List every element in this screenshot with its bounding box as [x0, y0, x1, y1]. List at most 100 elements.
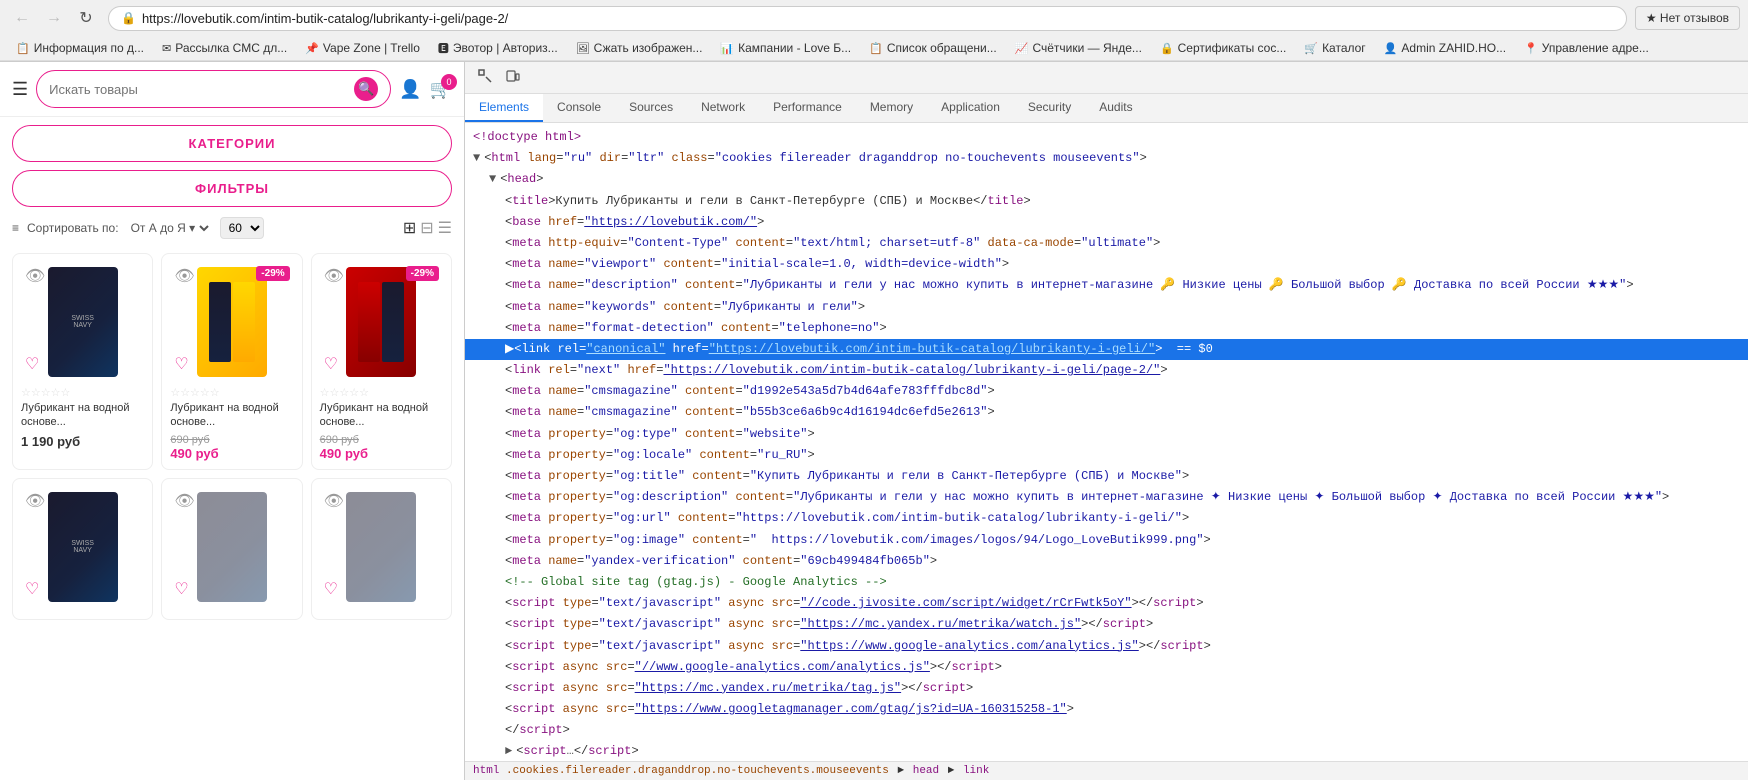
html-line-og-image[interactable]: <meta property="og:image" content=" http… [465, 530, 1748, 551]
html-line-base[interactable]: <base href="https://lovebutik.com/" > [465, 212, 1748, 233]
html-line-og-type[interactable]: <meta property="og:type" content="websit… [465, 424, 1748, 445]
html-line-canonical[interactable]: ▶ <link rel="canonical" href="https://lo… [465, 339, 1748, 360]
html-line-yandex[interactable]: <meta name="yandex-verification" content… [465, 551, 1748, 572]
expand-arrow[interactable]: ▼ [473, 149, 480, 168]
tab-network[interactable]: Network [687, 94, 759, 122]
search-input[interactable] [49, 82, 354, 97]
tab-performance[interactable]: Performance [759, 94, 856, 122]
categories-button[interactable]: КАТЕГОРИИ [12, 125, 452, 162]
product-name: Лубрикант на водной основе... [170, 401, 293, 430]
url-input[interactable] [142, 11, 1614, 26]
inspect-element-button[interactable] [473, 66, 497, 89]
bookmark-addresses[interactable]: 📍 Управление адре... [1516, 39, 1657, 57]
tab-audits[interactable]: Audits [1085, 94, 1146, 122]
tab-console[interactable]: Console [543, 94, 615, 122]
html-line-meta-cms2[interactable]: <meta name="cmsmagazine" content="b55b3c… [465, 402, 1748, 423]
tab-memory[interactable]: Memory [856, 94, 927, 122]
html-line-html[interactable]: ▼ <html lang="ru" dir="ltr" class="cooki… [465, 148, 1748, 169]
html-line-title[interactable]: <title> Купить Лубриканты и гели в Санкт… [465, 191, 1748, 212]
product-eye-button[interactable]: 👁 [324, 491, 344, 511]
html-line-script-jivosite[interactable]: <script type="text/javascript" async src… [465, 593, 1748, 614]
expand-arrow[interactable]: ► [505, 742, 512, 761]
bookmark-info[interactable]: 📋 Информация по д... [8, 39, 152, 57]
bookmark-catalog-label: Каталог [1322, 41, 1366, 55]
product-price-container: 690 руб 490 руб [320, 434, 443, 461]
html-line-og-url[interactable]: <meta property="og:url" content="https:/… [465, 508, 1748, 529]
html-line-meta-fd[interactable]: <meta name="format-detection" content="t… [465, 318, 1748, 339]
bookmark-sms[interactable]: ✉ Рассылка СМС дл... [154, 39, 295, 57]
product-favorite-button[interactable]: ♡ [324, 579, 338, 599]
html-line-script-end[interactable]: </script> [465, 720, 1748, 741]
grid-view-button[interactable]: ⊞ [403, 218, 416, 238]
bookmark-evotor[interactable]: 🅴 Эвотор | Авториз... [430, 38, 566, 58]
tab-application[interactable]: Application [927, 94, 1014, 122]
bookmark-certs[interactable]: 🔒 Сертификаты сос... [1152, 39, 1294, 57]
devtools-content[interactable]: <!doctype html> ▼ <html lang="ru" dir="l… [465, 123, 1748, 761]
html-line-meta-desc[interactable]: <meta name="description" content="Лубрик… [465, 275, 1748, 296]
product-card[interactable]: 👁 SWISSNAVY ♡ [12, 478, 153, 620]
reload-button[interactable]: ↻ [72, 4, 100, 32]
html-line-script-gtm[interactable]: <script async src="https://www.googletag… [465, 699, 1748, 720]
tab-sources[interactable]: Sources [615, 94, 687, 122]
bookmark-certs-label: Сертификаты сос... [1178, 41, 1287, 55]
list-view-button[interactable]: ☰ [438, 218, 452, 238]
html-line-head[interactable]: ▼ <head> [465, 169, 1748, 190]
product-card[interactable]: 👁 -29% ♡ ☆☆☆☆☆ Лубрикант на водной основ… [161, 253, 302, 470]
back-button[interactable]: ← [8, 4, 36, 32]
html-line-script-ga[interactable]: <script type="text/javascript" async src… [465, 636, 1748, 657]
product-image-container: 👁 ♡ [170, 487, 293, 607]
feedback-button[interactable]: ★ Нет отзывов [1635, 6, 1740, 30]
product-badge: -29% [256, 266, 289, 281]
count-select[interactable]: 60 [220, 217, 264, 239]
html-line-doctype[interactable]: <!doctype html> [465, 127, 1748, 148]
product-eye-button[interactable]: 👁 [324, 266, 344, 286]
product-eye-button[interactable]: 👁 [174, 266, 194, 286]
bookmark-catalog[interactable]: 🛒 Каталог [1296, 39, 1373, 57]
cart-button[interactable]: 🛒 0 [430, 79, 452, 100]
html-line-script-ga2[interactable]: <script async src="//www.google-analytic… [465, 657, 1748, 678]
product-card[interactable]: 👁 -29% ♡ ☆☆☆☆☆ Лубрикант на водной основ… [311, 253, 452, 470]
search-button[interactable]: 🔍 [354, 77, 378, 101]
product-eye-button[interactable]: 👁 [174, 491, 194, 511]
product-favorite-button[interactable]: ♡ [324, 354, 338, 374]
tab-elements[interactable]: Elements [465, 94, 543, 122]
bookmark-admin[interactable]: 👤 Admin ZAHID.HO... [1376, 39, 1514, 57]
product-favorite-button[interactable]: ♡ [25, 579, 39, 599]
html-line-script-tag[interactable]: <script async src="https://mc.yandex.ru/… [465, 678, 1748, 699]
sort-select[interactable]: От А до Я ▾ [127, 220, 212, 236]
product-favorite-button[interactable]: ♡ [25, 354, 39, 374]
product-eye-button[interactable]: 👁 [25, 491, 45, 511]
bookmark-compress[interactable]: 🖼 Сжать изображен... [568, 39, 711, 57]
expand-arrow[interactable]: ▼ [489, 170, 496, 189]
product-card[interactable]: 👁 SWISSNAVY ♡ ☆☆☆☆☆ Лубрикант на водной … [12, 253, 153, 470]
device-toggle-button[interactable] [501, 66, 525, 89]
html-line-meta-ct[interactable]: <meta http-equiv="Content-Type" content=… [465, 233, 1748, 254]
grid2-view-button[interactable]: ⊟ [420, 218, 433, 238]
tab-security[interactable]: Security [1014, 94, 1085, 122]
sort-bar: ≡ Сортировать по: От А до Я ▾ 60 ⊞ ⊟ ☰ [0, 211, 464, 245]
html-line-og-desc[interactable]: <meta property="og:description" content=… [465, 487, 1748, 508]
bookmark-requests[interactable]: 📋 Список обращени... [861, 39, 1005, 57]
html-line-og-locale[interactable]: <meta property="og:locale" content="ru_R… [465, 445, 1748, 466]
html-line-link-next[interactable]: <link rel="next" href="https://lovebutik… [465, 360, 1748, 381]
product-price-old: 690 руб [170, 434, 293, 446]
product-favorite-button[interactable]: ♡ [174, 579, 188, 599]
account-button[interactable]: 👤 [399, 79, 421, 100]
html-line-meta-kw[interactable]: <meta name="keywords" content="Лубрикант… [465, 297, 1748, 318]
html-line-meta-vp[interactable]: <meta name="viewport" content="initial-s… [465, 254, 1748, 275]
product-card[interactable]: 👁 ♡ [161, 478, 302, 620]
html-line-og-title[interactable]: <meta property="og:title" content="Купит… [465, 466, 1748, 487]
product-card[interactable]: 👁 ♡ [311, 478, 452, 620]
html-line-meta-cms1[interactable]: <meta name="cmsmagazine" content="d1992e… [465, 381, 1748, 402]
html-line-comment-ga[interactable]: <!-- Global site tag (gtag.js) - Google … [465, 572, 1748, 593]
hamburger-button[interactable]: ☰ [12, 79, 28, 100]
bookmark-campaigns[interactable]: 📊 Кампании - Love Б... [712, 39, 859, 57]
html-line-script-metrika[interactable]: <script type="text/javascript" async src… [465, 614, 1748, 635]
product-eye-button[interactable]: 👁 [25, 266, 45, 286]
forward-button[interactable]: → [40, 4, 68, 32]
html-line-script-collapsed[interactable]: ► <script … </script> [465, 741, 1748, 761]
product-favorite-button[interactable]: ♡ [174, 354, 188, 374]
filters-button[interactable]: ФИЛЬТРЫ [12, 170, 452, 207]
bookmark-counters[interactable]: 📈 Счётчики — Янде... [1007, 39, 1150, 57]
bookmark-trello[interactable]: 📌 Vape Zone | Trello [297, 39, 428, 57]
